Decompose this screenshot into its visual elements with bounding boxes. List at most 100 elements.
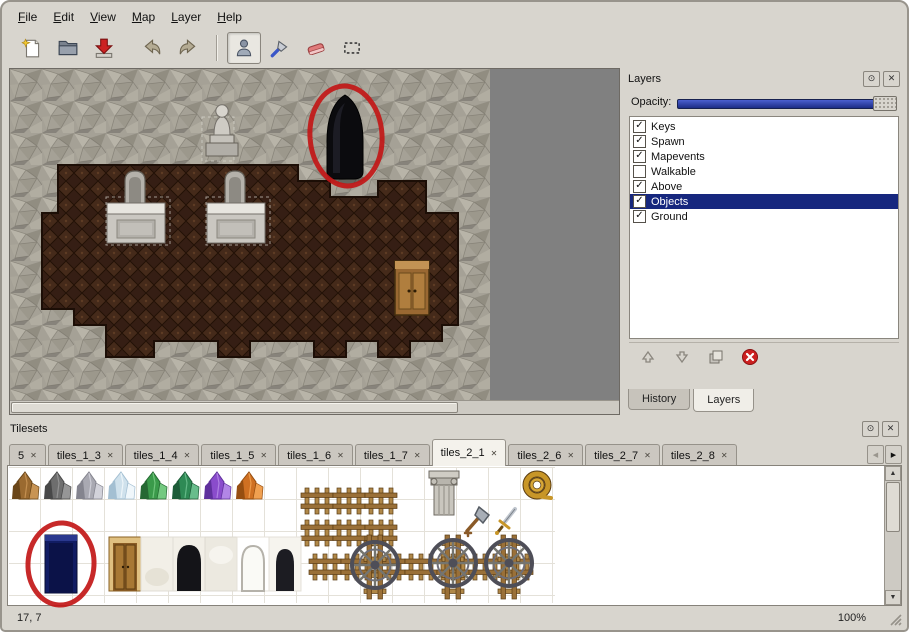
map-cabinet xyxy=(395,261,429,315)
menu-view[interactable]: View xyxy=(82,6,124,28)
toolbar xyxy=(5,30,904,66)
layer-name: Mapevents xyxy=(651,151,705,163)
layer-visibility-checkbox[interactable] xyxy=(633,120,646,133)
tileset-tab-label: tiles_1_4 xyxy=(134,450,178,462)
scroll-down-icon[interactable]: ▼ xyxy=(885,590,901,605)
tileset-tab[interactable]: tiles_1_4 ✕ xyxy=(125,444,200,466)
close-tab-icon[interactable]: ✕ xyxy=(644,451,651,460)
scroll-tabs-left-button[interactable]: ◀ xyxy=(867,445,884,464)
layer-row-walkable[interactable]: Walkable xyxy=(630,164,898,179)
tilesets-panel: Tilesets ⊙ ✕ 5 ✕ tiles_1_3 ✕ tiles_1_4 ✕… xyxy=(5,420,904,614)
tile-dark-archway[interactable] xyxy=(173,537,205,591)
tile-pillar-capital[interactable] xyxy=(429,471,459,515)
tile-pale-stone[interactable] xyxy=(141,537,173,591)
menu-layer[interactable]: Layer xyxy=(163,6,209,28)
map-hscroll-thumb[interactable] xyxy=(11,402,458,413)
close-tab-icon[interactable]: ✕ xyxy=(184,451,191,460)
menu-edit[interactable]: Edit xyxy=(45,6,82,28)
layer-visibility-checkbox[interactable] xyxy=(633,210,646,223)
map-canvas[interactable] xyxy=(10,69,490,403)
stamp-tool-button[interactable] xyxy=(227,32,261,64)
layer-name: Objects xyxy=(651,196,688,208)
tileset-tab[interactable]: tiles_2_7 ✕ xyxy=(585,444,660,466)
layer-visibility-checkbox[interactable] xyxy=(633,180,646,193)
layer-row-above[interactable]: Above xyxy=(630,179,898,194)
float-panel-icon[interactable]: ⊙ xyxy=(862,421,879,437)
layers-panel-title: Layers xyxy=(628,73,860,85)
tileset-content[interactable]: ▲ ▼ xyxy=(7,465,902,606)
opacity-slider-handle[interactable] xyxy=(873,96,897,111)
layer-row-objects[interactable]: Objects xyxy=(630,194,898,209)
rect-select-tool-button[interactable] xyxy=(335,32,369,64)
tileset-tab[interactable]: tiles_1_5 ✕ xyxy=(201,444,276,466)
layer-visibility-checkbox[interactable] xyxy=(633,150,646,163)
tileset-tab[interactable]: tiles_2_6 ✕ xyxy=(508,444,583,466)
menubar: File Edit View Map Layer Help xyxy=(5,5,904,29)
tileset-tab-label: tiles_2_8 xyxy=(671,450,715,462)
tileset-tab[interactable]: tiles_1_7 ✕ xyxy=(355,444,430,466)
menu-help[interactable]: Help xyxy=(209,6,250,28)
eraser-tool-button[interactable] xyxy=(299,32,333,64)
delete-layer-button[interactable] xyxy=(739,346,761,368)
tileset-tab-label: tiles_2_6 xyxy=(517,450,561,462)
tileset-canvas[interactable] xyxy=(9,467,867,603)
close-tab-icon[interactable]: ✕ xyxy=(721,451,728,460)
close-tab-icon[interactable]: ✕ xyxy=(414,451,421,460)
tileset-tab[interactable]: tiles_2_8 ✕ xyxy=(662,444,737,466)
tile-door-wood[interactable] xyxy=(109,537,141,591)
vscroll-thumb[interactable] xyxy=(886,482,900,532)
map-editor-window: File Edit View Map Layer Help xyxy=(0,0,909,632)
menu-file[interactable]: File xyxy=(10,6,45,28)
scroll-up-icon[interactable]: ▲ xyxy=(885,466,901,481)
tileset-tab[interactable]: 5 ✕ xyxy=(9,444,46,466)
close-tab-icon[interactable]: ✕ xyxy=(107,451,114,460)
close-panel-icon[interactable]: ✕ xyxy=(883,71,900,87)
tab-history[interactable]: History xyxy=(628,389,690,410)
layer-visibility-checkbox[interactable] xyxy=(633,195,646,208)
layer-row-keys[interactable]: Keys xyxy=(630,119,898,134)
duplicate-layer-button[interactable] xyxy=(705,346,727,368)
opacity-slider-track[interactable] xyxy=(677,99,897,109)
menu-map[interactable]: Map xyxy=(124,6,163,28)
close-tab-icon[interactable]: ✕ xyxy=(491,449,498,458)
layer-visibility-checkbox[interactable] xyxy=(633,165,646,178)
tile-door-blue[interactable] xyxy=(45,535,77,593)
raise-layer-button[interactable] xyxy=(637,346,659,368)
arrow-down-icon xyxy=(673,348,691,366)
float-panel-icon[interactable]: ⊙ xyxy=(863,71,880,87)
tileset-tab[interactable]: tiles_1_6 ✕ xyxy=(278,444,353,466)
map-horizontal-scrollbar[interactable] xyxy=(10,400,619,414)
new-file-button[interactable] xyxy=(15,32,49,64)
close-panel-icon[interactable]: ✕ xyxy=(882,421,899,437)
save-map-button[interactable] xyxy=(87,32,121,64)
lower-layer-button[interactable] xyxy=(671,346,693,368)
open-map-button[interactable] xyxy=(51,32,85,64)
layer-row-spawn[interactable]: Spawn xyxy=(630,134,898,149)
layers-panel-tabs: History Layers xyxy=(628,389,757,412)
map-viewport[interactable] xyxy=(9,68,620,415)
scroll-tabs-right-button[interactable]: ▶ xyxy=(885,445,902,464)
opacity-slider[interactable] xyxy=(677,95,897,110)
tileset-tab[interactable]: tiles_2_1 ✕ xyxy=(432,439,507,466)
close-tab-icon[interactable]: ✕ xyxy=(337,451,344,460)
close-tab-icon[interactable]: ✕ xyxy=(260,451,267,460)
tileset-tabstrip: 5 ✕ tiles_1_3 ✕ tiles_1_4 ✕ tiles_1_5 ✕ … xyxy=(7,439,902,466)
tile-white-archway[interactable] xyxy=(237,537,269,591)
tab-layers[interactable]: Layers xyxy=(693,389,754,412)
layer-name: Walkable xyxy=(651,166,696,178)
close-tab-icon[interactable]: ✕ xyxy=(567,451,574,460)
tile-dark-archway-narrow[interactable] xyxy=(269,537,301,591)
undo-button[interactable] xyxy=(135,32,169,64)
layer-row-ground[interactable]: Ground xyxy=(630,209,898,224)
tileset-tab[interactable]: tiles_1_3 ✕ xyxy=(48,444,123,466)
tileset-vertical-scrollbar[interactable]: ▲ ▼ xyxy=(884,466,901,605)
opacity-label: Opacity: xyxy=(631,96,671,108)
tile-pale-stone[interactable] xyxy=(205,537,237,591)
fill-tool-button[interactable] xyxy=(263,32,297,64)
close-tab-icon[interactable]: ✕ xyxy=(30,451,37,460)
layer-visibility-checkbox[interactable] xyxy=(633,135,646,148)
redo-button[interactable] xyxy=(171,32,205,64)
layer-row-mapevents[interactable]: Mapevents xyxy=(630,149,898,164)
selection-rect-icon xyxy=(341,37,363,59)
resize-grip[interactable] xyxy=(890,614,902,626)
